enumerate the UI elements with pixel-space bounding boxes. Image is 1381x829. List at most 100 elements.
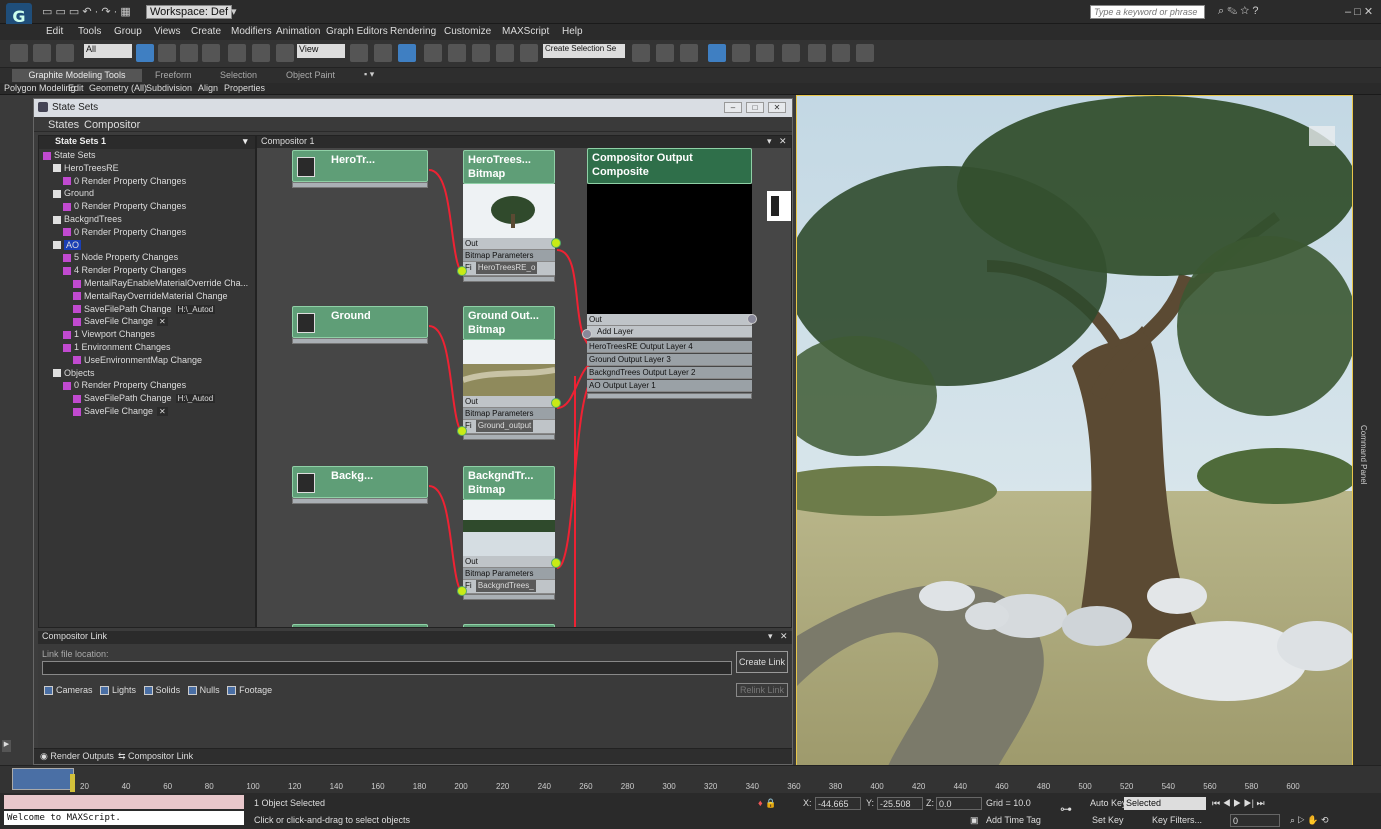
tab-object-paint[interactable]: Object Paint — [286, 70, 335, 80]
playback-controls[interactable]: ⏮ ◀ ▶ ▶| ⏭ — [1212, 797, 1265, 810]
angle-snap-icon[interactable] — [448, 44, 466, 62]
tree-item[interactable]: 0 Render Property Changes — [63, 201, 186, 213]
menu-animation[interactable]: Animation — [276, 26, 320, 37]
selection-filter-dropdown[interactable]: All — [84, 44, 132, 58]
select-manipulate-icon[interactable] — [374, 44, 392, 62]
panel-edit[interactable]: Edit — [68, 83, 84, 93]
scale-icon[interactable] — [276, 44, 294, 62]
tab-freeform[interactable]: Freeform — [155, 70, 192, 80]
create-link-button[interactable]: Create Link — [736, 651, 788, 673]
time-slider-thumb[interactable] — [12, 768, 74, 790]
graphite-toggle-icon[interactable] — [708, 44, 726, 62]
tab-compositor-link[interactable]: ⇆ Compositor Link — [118, 751, 193, 762]
chevron-down-icon[interactable]: ▾ — [243, 136, 248, 147]
relink-link-button[interactable]: Relink Link — [736, 683, 788, 697]
file-slot[interactable]: Fi HeroTreesRE_o — [463, 262, 555, 276]
panel-align[interactable]: Align — [198, 83, 218, 93]
add-layer-button[interactable]: Add Layer — [587, 326, 752, 338]
footage-checkbox[interactable]: Footage — [227, 685, 272, 696]
select-object-icon[interactable] — [136, 44, 154, 62]
tree-item-value[interactable]: ✕ — [157, 407, 168, 416]
tab-selection[interactable]: Selection — [220, 70, 257, 80]
schematic-view-icon[interactable] — [756, 44, 774, 62]
tree-item[interactable]: AO — [53, 239, 82, 252]
tree-item[interactable]: 1 Environment Changes — [63, 342, 171, 354]
tag-icon[interactable]: ▣ — [970, 814, 979, 827]
panel-properties[interactable]: Properties — [224, 83, 265, 93]
maxscript-listener[interactable]: Welcome to MAXScript. — [4, 811, 244, 825]
panel-geometry[interactable]: Geometry (All) — [89, 83, 147, 93]
bitmap-node-herotrees[interactable]: HeroTrees... Bitmap — [463, 150, 555, 184]
tree-item[interactable]: SaveFilePath Change H:\_Autod — [73, 393, 216, 405]
edit-named-selection-icon[interactable] — [520, 44, 538, 62]
tree-item[interactable]: UseEnvironmentMap Change — [73, 355, 202, 367]
layer-backgndtrees[interactable]: BackgndTrees Output Layer 2 — [587, 367, 752, 379]
tree-item-value[interactable]: H:\_Autod — [175, 304, 216, 314]
menu-modifiers[interactable]: Modifiers — [231, 26, 272, 37]
align-icon[interactable] — [656, 44, 674, 62]
expand-arrow-icon[interactable]: ▶ — [2, 740, 11, 752]
close-icon[interactable]: ✕ — [780, 631, 788, 642]
tree-item[interactable]: 0 Render Property Changes — [63, 227, 186, 239]
tab-render-outputs[interactable]: ◉ Render Outputs — [40, 751, 114, 762]
tree-item[interactable]: SaveFile Change ✕ — [73, 316, 168, 328]
tree-item-value[interactable]: ✕ — [157, 317, 168, 327]
bitmap-node-ground[interactable]: Ground Out... Bitmap — [463, 306, 555, 340]
viewport-nav-icons[interactable]: ⌕ ▷ ✋ ⟲ — [1290, 814, 1329, 827]
menu-rendering[interactable]: Rendering — [390, 26, 436, 37]
material-editor-icon[interactable] — [782, 44, 800, 62]
close-button[interactable]: ✕ — [768, 102, 786, 113]
nulls-checkbox[interactable]: Nulls — [187, 685, 220, 696]
layer-ground[interactable]: Ground Output Layer 3 — [587, 354, 752, 366]
minimize-button[interactable]: – — [724, 102, 742, 113]
window-controls[interactable]: – □ ✕ — [1345, 5, 1373, 19]
tree-item[interactable]: BackgndTrees — [53, 214, 122, 226]
tree-item[interactable]: Ground — [53, 188, 94, 200]
out-port[interactable] — [551, 238, 561, 248]
layer-herotrees[interactable]: HeroTreesRE Output Layer 4 — [587, 341, 752, 353]
z-coordinate[interactable]: 0.0 — [936, 797, 982, 810]
tree-item-value[interactable]: H:\_Autod — [175, 394, 216, 404]
y-coordinate[interactable]: -25.508 — [877, 797, 923, 810]
state-node-ground[interactable]: Ground — [292, 306, 428, 338]
render-setup-icon[interactable] — [808, 44, 826, 62]
add-time-tag[interactable]: Add Time Tag — [986, 814, 1041, 827]
menu-compositor[interactable]: Compositor — [84, 119, 140, 131]
tree-item[interactable]: 5 Node Property Changes — [63, 252, 178, 264]
tree-header[interactable]: State Sets 1 ▾ — [39, 136, 255, 149]
perspective-viewport[interactable] — [796, 95, 1353, 767]
panel-polygon-modeling[interactable]: Polygon Modeling — [4, 83, 76, 93]
menu-tools[interactable]: Tools — [78, 26, 101, 37]
out-slot[interactable]: Out — [463, 396, 555, 408]
maximize-button[interactable]: □ — [746, 102, 764, 113]
bind-space-warp-icon[interactable] — [56, 44, 74, 62]
tree-item[interactable]: HeroTreesRE — [53, 163, 119, 175]
solids-checkbox[interactable]: Solids — [143, 685, 180, 696]
tree-item[interactable]: 4 Render Property Changes — [63, 265, 186, 277]
mirror-icon[interactable] — [632, 44, 650, 62]
unlink-icon[interactable] — [33, 44, 51, 62]
menu-help[interactable]: Help — [562, 26, 583, 37]
layer-manager-icon[interactable] — [680, 44, 698, 62]
link-file-location-input[interactable] — [42, 661, 732, 675]
state-node-ao[interactable] — [292, 624, 428, 627]
panel-subdivision[interactable]: Subdivision — [146, 83, 192, 93]
rendered-frame-window-icon[interactable] — [832, 44, 850, 62]
tree-item[interactable]: State Sets — [43, 150, 96, 162]
key-filters-button[interactable]: Key Filters... — [1152, 814, 1202, 827]
reference-coordinate-dropdown[interactable]: View — [297, 44, 345, 58]
pin-icon[interactable]: ▾ — [768, 631, 773, 642]
lock-icon[interactable]: ♦ 🔒 — [758, 797, 776, 810]
state-node-backgndtrees[interactable]: Backg... — [292, 466, 428, 498]
composite-out-port[interactable] — [747, 314, 757, 324]
set-key-button[interactable]: Set Key — [1092, 814, 1124, 827]
tree-item[interactable]: 1 Viewport Changes — [63, 329, 155, 341]
key-icon[interactable]: ⊶ — [1060, 803, 1072, 816]
current-frame-input[interactable]: 0 — [1230, 814, 1280, 827]
menu-graph-editors[interactable]: Graph Editors — [326, 26, 388, 37]
add-layer-port[interactable] — [582, 329, 592, 339]
render-production-icon[interactable] — [856, 44, 874, 62]
ribbon-options-icon[interactable]: ▪ ▾ — [364, 69, 374, 80]
file-slot[interactable]: Fi Ground_output — [463, 420, 555, 434]
timeline[interactable]: 20 40 60 80 100 120 140 160 180 200 220 240 260 280 30… — [0, 765, 1381, 793]
